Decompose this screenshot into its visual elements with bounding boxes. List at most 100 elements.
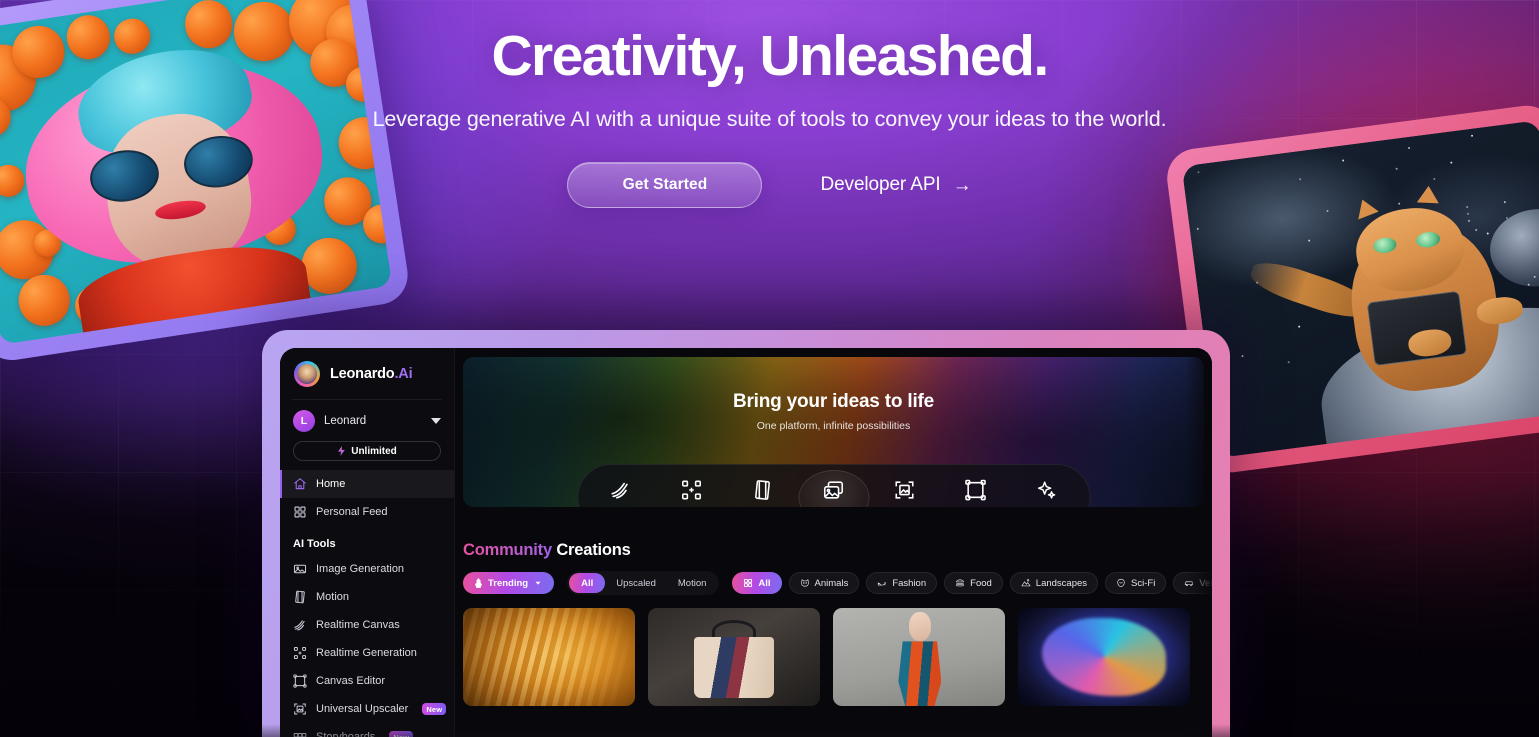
sidebar-item-home[interactable]: Home: [280, 470, 454, 498]
model-figure: [909, 612, 931, 641]
page-root: Creativity, Unleashed. Leverage generati…: [0, 0, 1539, 737]
plan-badge-label: Unlimited: [351, 446, 397, 457]
type-filter-motion[interactable]: Motion: [667, 573, 718, 593]
upscale-icon: [894, 479, 916, 501]
tool-upscaler[interactable]: Upscaler: [869, 470, 940, 507]
sidebar-item-storyboards[interactable]: Storyboards New: [280, 723, 454, 737]
star: [1241, 355, 1243, 357]
plan-badge[interactable]: Unlimited: [293, 441, 441, 461]
user-name: Leonard: [324, 415, 422, 427]
frame-icon: [965, 479, 987, 501]
hero-subtitle: Leverage generative AI with a unique sui…: [0, 104, 1539, 135]
category-sci-fi[interactable]: Sci-Fi: [1105, 572, 1166, 594]
star: [1486, 232, 1488, 234]
tool-realtime-canvas[interactable]: Realtime Canvas: [585, 470, 656, 507]
car-icon: [1184, 578, 1194, 588]
sidebar-item-canvas-editor-label: Canvas Editor: [316, 675, 385, 687]
sidebar-item-canvas-editor[interactable]: Canvas Editor: [280, 667, 454, 695]
page-title: Creativity, Unleashed.: [0, 28, 1539, 85]
frame-icon: [293, 674, 307, 688]
new-badge: New: [422, 703, 446, 715]
film-icon: [293, 590, 307, 604]
cat-icon: [800, 578, 810, 588]
tool-motion-label: Motion: [750, 506, 775, 507]
category-food[interactable]: Food: [944, 572, 1003, 594]
get-started-button[interactable]: Get Started: [567, 162, 762, 208]
flame-icon: [474, 578, 483, 588]
chevron-down-icon: [533, 578, 543, 588]
hero-banner-copy: Bring your ideas to life One platform, i…: [463, 391, 1204, 432]
developer-api-label: Developer API: [820, 174, 940, 196]
tool-realtime-gen[interactable]: Realtime Gen: [656, 470, 727, 507]
creation-card-gold-portrait[interactable]: [463, 608, 635, 706]
tool-canvas-editor-label: Canvas Editor: [949, 506, 1001, 507]
sidebar-item-motion-label: Motion: [316, 591, 349, 603]
filter-bar: Trending All Upscaled Motion All Animals…: [463, 571, 1212, 595]
sidebar-item-realtime-canvas[interactable]: Realtime Canvas: [280, 611, 454, 639]
app-logo-text: Leonardo.Ai: [330, 366, 412, 382]
hero-section: Creativity, Unleashed. Leverage generati…: [0, 28, 1539, 208]
creation-card-fashion-model-dress[interactable]: [833, 608, 1005, 706]
burger-icon: [955, 578, 965, 588]
user-menu[interactable]: L Leonard: [280, 400, 454, 439]
leonardo-logo-icon: [294, 361, 320, 387]
star: [1475, 229, 1477, 231]
sort-trending-dropdown[interactable]: Trending: [463, 572, 554, 594]
category-all[interactable]: All: [732, 572, 781, 594]
category-fashion[interactable]: Fashion: [866, 572, 937, 594]
alien-icon: [1116, 578, 1126, 588]
sidebar-item-personal-feed-label: Personal Feed: [316, 506, 388, 518]
tool-more[interactable]: More: [1011, 470, 1082, 507]
sidebar-item-home-label: Home: [316, 478, 345, 490]
type-filter-group: All Upscaled Motion: [567, 571, 719, 595]
category-fashion-label: Fashion: [892, 578, 926, 589]
category-animals[interactable]: Animals: [789, 572, 860, 594]
sidebar-item-storyboards-label: Storyboards: [316, 731, 375, 737]
tool-image-creation[interactable]: Image Creation: [798, 470, 869, 507]
sparkles-icon: [1036, 479, 1058, 501]
category-all-label: All: [758, 578, 770, 589]
sidebar-item-realtime-generation-label: Realtime Generation: [316, 647, 417, 659]
tool-upscaler-label: Upscaler: [888, 506, 921, 507]
logo-name: Leonardo: [330, 366, 394, 382]
film-icon: [752, 479, 774, 501]
sidebar-item-image-generation[interactable]: Image Generation: [280, 555, 454, 583]
app-window-frame: Leonardo.Ai L Leonard Unlimited Home Per…: [262, 330, 1230, 737]
type-filter-all[interactable]: All: [569, 573, 605, 593]
sidebar-nav: Home Personal Feed AI Tools Image Genera…: [280, 470, 454, 737]
category-landscapes[interactable]: Landscapes: [1010, 572, 1098, 594]
tool-realtime-canvas-label: Realtime Canvas: [589, 506, 652, 507]
sidebar-item-personal-feed[interactable]: Personal Feed: [280, 498, 454, 526]
grid-icon: [743, 578, 753, 588]
chevron-down-icon: [431, 418, 441, 424]
category-vehicles[interactable]: Veh: [1173, 572, 1212, 594]
brush-icon: [293, 618, 307, 632]
grid-icon: [293, 505, 307, 519]
tool-motion[interactable]: Motion: [727, 470, 798, 507]
upscale-icon: [293, 702, 307, 716]
heel-icon: [877, 578, 887, 588]
sidebar-section-title: AI Tools: [280, 526, 454, 555]
type-filter-upscaled[interactable]: Upscaled: [605, 573, 667, 593]
app-logo[interactable]: Leonardo.Ai: [280, 348, 454, 399]
logo-suffix: .Ai: [394, 366, 412, 382]
sidebar-item-universal-upscaler[interactable]: Universal Upscaler New: [280, 695, 454, 723]
developer-api-link[interactable]: Developer API →: [820, 174, 971, 196]
sidebar-item-realtime-generation[interactable]: Realtime Generation: [280, 639, 454, 667]
sidebar-item-image-generation-label: Image Generation: [316, 563, 404, 575]
heading-accent: Community: [463, 541, 552, 559]
tool-realtime-gen-label: Realtime Gen: [666, 506, 717, 507]
creation-card-abstract-iridescent-form[interactable]: [1018, 608, 1190, 706]
app-window: Leonardo.Ai L Leonard Unlimited Home Per…: [280, 348, 1212, 737]
category-filter-group: All Animals Fashion Food Landscapes Sci-…: [732, 572, 1212, 594]
sort-trending-label: Trending: [488, 578, 528, 589]
tool-switcher: Realtime Canvas Realtime Gen: [577, 464, 1090, 507]
creation-card-striped-handbag[interactable]: [648, 608, 820, 706]
tool-canvas-editor[interactable]: Canvas Editor: [940, 470, 1011, 507]
sphere: [15, 271, 74, 330]
striped-dress: [898, 641, 941, 706]
category-vehicles-label: Veh: [1199, 578, 1212, 589]
bolt-icon: [337, 446, 346, 456]
home-icon: [293, 477, 307, 491]
sidebar-item-motion[interactable]: Motion: [280, 583, 454, 611]
